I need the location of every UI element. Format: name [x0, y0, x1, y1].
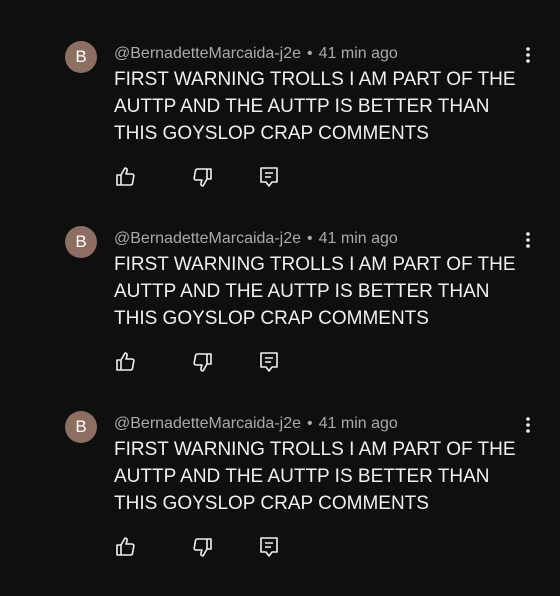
separator: • [307, 415, 313, 432]
avatar[interactable]: B [65, 41, 97, 73]
comment-actions [114, 165, 314, 189]
comment-header: @BernadetteMarcaida-j2e • 41 min ago [114, 230, 398, 248]
reply-icon[interactable] [257, 535, 281, 559]
comment-time[interactable]: 41 min ago [319, 45, 398, 62]
comments-feed: B @BernadetteMarcaida-j2e • 41 min ago FIR… [0, 0, 560, 560]
comment-time[interactable]: 41 min ago [319, 415, 398, 432]
comment-time[interactable]: 41 min ago [319, 230, 398, 247]
previous-comment-actions [0, 0, 560, 6]
comment-actions [114, 350, 314, 374]
reply-icon[interactable] [257, 350, 281, 374]
more-vertical-icon[interactable] [516, 413, 540, 437]
comment-thread-item: B @BernadetteMarcaida-j2e • 41 min ago FIR… [0, 226, 560, 411]
thumbs-down-icon[interactable] [190, 165, 214, 189]
comment-text: FIRST WARNING TROLLS I AM PART OF THE AU… [114, 254, 516, 329]
separator: • [307, 230, 313, 247]
thumbs-down-icon[interactable] [190, 535, 214, 559]
thumbs-up-icon[interactable] [114, 350, 138, 374]
avatar[interactable]: B [65, 226, 97, 258]
comment-header: @BernadetteMarcaida-j2e • 41 min ago [114, 415, 398, 433]
comment-thread-item: B @BernadetteMarcaida-j2e • 41 min ago FIR… [0, 411, 560, 596]
comment-thread-item: B @BernadetteMarcaida-j2e • 41 min ago FIR… [0, 41, 560, 226]
comment-text: FIRST WARNING TROLLS I AM PART OF THE AU… [114, 69, 516, 144]
author-name[interactable]: @BernadetteMarcaida-j2e [114, 230, 301, 247]
avatar[interactable]: B [65, 411, 97, 443]
more-vertical-icon[interactable] [516, 43, 540, 67]
reply-icon[interactable] [257, 165, 281, 189]
author-name[interactable]: @BernadetteMarcaida-j2e [114, 45, 301, 62]
comment-actions [114, 535, 314, 559]
more-vertical-icon[interactable] [516, 228, 540, 252]
comment-text: FIRST WARNING TROLLS I AM PART OF THE AU… [114, 439, 516, 514]
thumbs-down-icon[interactable] [190, 350, 214, 374]
separator: • [307, 45, 313, 62]
author-name[interactable]: @BernadetteMarcaida-j2e [114, 415, 301, 432]
thumbs-up-icon[interactable] [114, 535, 138, 559]
comment-header: @BernadetteMarcaida-j2e • 41 min ago [114, 45, 398, 63]
thumbs-up-icon[interactable] [114, 165, 138, 189]
